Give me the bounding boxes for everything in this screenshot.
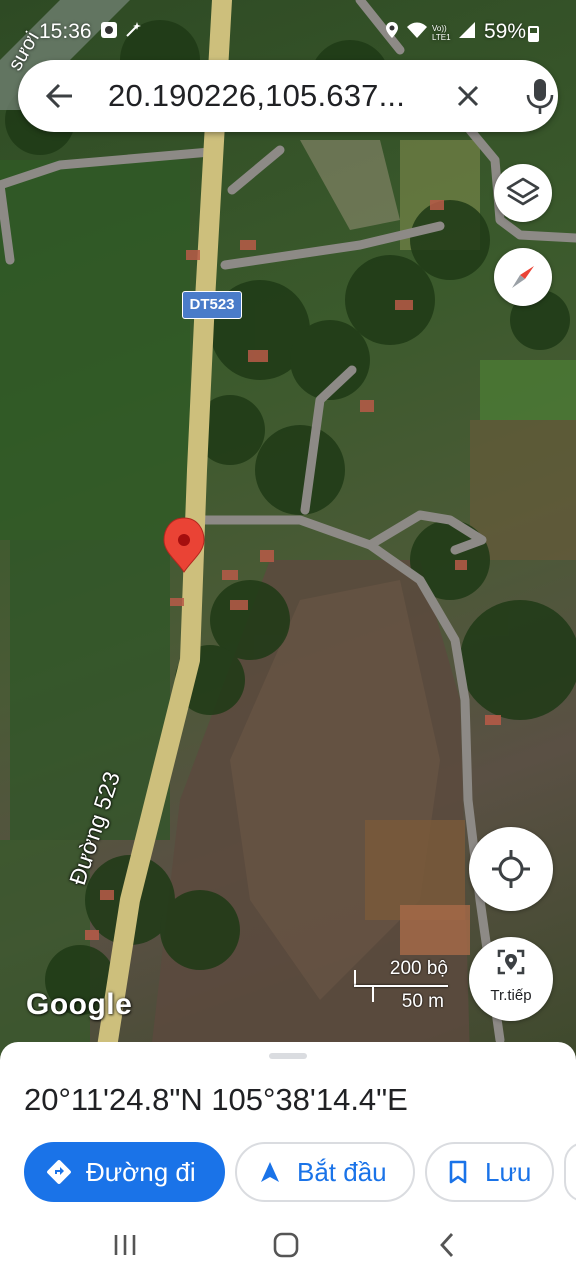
place-coordinates: 20°11'24.8"N 105°38'14.4"E (24, 1082, 408, 1117)
save-button[interactable]: Lưu (425, 1142, 554, 1202)
scale-metric: 50 m (401, 991, 444, 1012)
scale-imperial: 200 bộ (389, 958, 448, 979)
road-shield-dt523: DT523 (182, 291, 242, 319)
status-time: 15:36 (39, 20, 92, 43)
signal-icon (459, 22, 475, 38)
google-logo: Google (26, 988, 133, 1021)
live-view-label: Tr.tiếp (490, 987, 532, 1004)
search-query[interactable]: 20.190226,105.637... (108, 78, 405, 114)
bookmark-icon (449, 1160, 467, 1184)
scale-tick (372, 985, 374, 1002)
more-actions-chip[interactable] (564, 1142, 576, 1202)
layers-button[interactable] (494, 164, 552, 222)
notification-icon (101, 22, 117, 38)
satellite-map[interactable]: sươi DT523 Đường 523 Google 200 bộ 50 m (0, 0, 576, 1060)
back-arrow-icon[interactable] (42, 78, 78, 114)
layers-icon (506, 177, 540, 206)
close-icon[interactable] (450, 78, 486, 114)
search-bar[interactable]: 20.190226,105.637... (18, 60, 558, 132)
battery-percent: 59% (484, 20, 527, 43)
system-nav-bar (0, 1210, 576, 1280)
battery-icon (528, 26, 539, 42)
home-icon[interactable] (269, 1228, 303, 1262)
status-bar: 15:36 Vo)) LTE1 59% (0, 0, 576, 58)
map-scale: 200 bộ 50 m (354, 958, 448, 1018)
compass-button[interactable] (494, 248, 552, 306)
drag-handle[interactable] (269, 1053, 307, 1059)
network-label: Vo)) LTE1 (432, 24, 451, 42)
start-label: Bắt đầu (297, 1156, 387, 1187)
compass-icon (512, 266, 534, 288)
scale-bar (354, 985, 448, 987)
magic-wand-icon (126, 22, 141, 37)
directions-button[interactable]: Đường đi (24, 1142, 225, 1202)
back-nav-icon[interactable] (431, 1228, 465, 1262)
my-location-button[interactable] (469, 827, 553, 911)
location-scan-icon (497, 949, 525, 975)
start-button[interactable]: Bắt đầu (235, 1142, 415, 1202)
crosshair-icon (492, 850, 530, 888)
navigation-icon (261, 1162, 279, 1182)
recent-apps-icon[interactable] (108, 1228, 142, 1262)
location-status-icon (386, 22, 398, 38)
directions-label: Đường đi (86, 1156, 196, 1187)
mic-icon[interactable] (522, 76, 558, 116)
directions-icon (47, 1160, 71, 1184)
save-label: Lưu (485, 1156, 532, 1187)
wifi-icon (407, 22, 427, 38)
live-view-button[interactable]: Tr.tiếp (469, 937, 553, 1021)
